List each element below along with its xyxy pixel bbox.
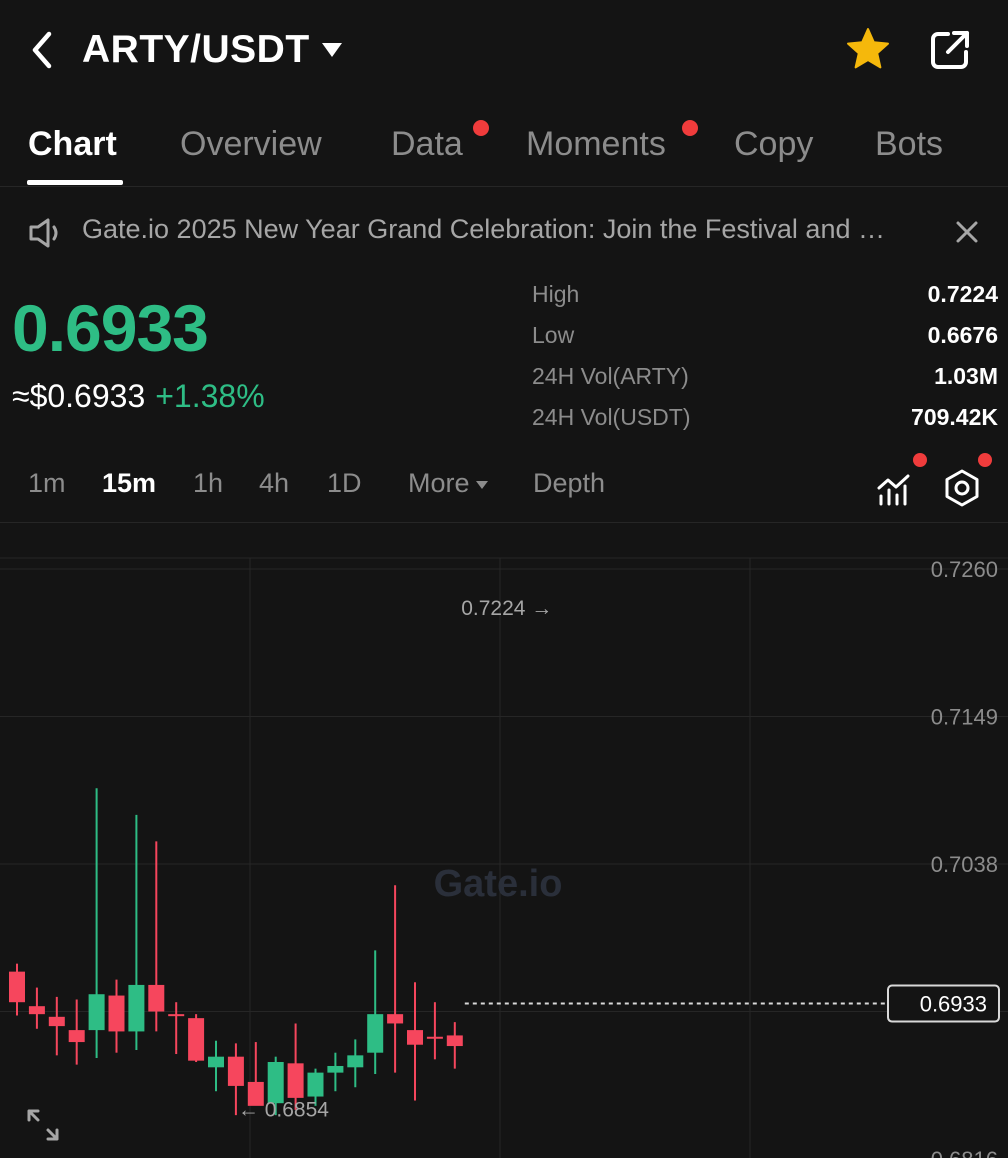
candle-body [267, 1061, 284, 1104]
settings-icon[interactable] [942, 468, 982, 508]
candle-body [227, 1056, 244, 1086]
stat-vol-quote: 24H Vol(USDT) 709.42K [532, 401, 998, 442]
interval-1d[interactable]: 1D [327, 468, 362, 499]
more-label: More [408, 468, 470, 498]
fiat-price: ≈$0.6933 [12, 378, 146, 414]
close-icon[interactable] [954, 219, 980, 245]
stat-label: 24H Vol(USDT) [532, 404, 691, 430]
announcement-text: Gate.io 2025 New Year Grand Celebration:… [82, 214, 902, 244]
interval-4h[interactable]: 4h [259, 468, 289, 499]
share-button[interactable] [924, 24, 976, 76]
candle-body [367, 1014, 384, 1053]
tab-data-notification-dot [473, 120, 489, 136]
stat-value: 0.6676 [927, 322, 998, 348]
stat-vol-base: 24H Vol(ARTY) 1.03M [532, 360, 998, 401]
star-icon [847, 28, 889, 69]
candle-body [9, 971, 25, 1003]
interval-bar: 1m 15m 1h 4h 1D More Depth [0, 453, 1008, 523]
pair-selector[interactable]: ARTY/USDT [82, 26, 342, 74]
candle-body [307, 1072, 324, 1097]
candle-body [347, 1055, 364, 1068]
stat-high: High 0.7224 [532, 278, 998, 319]
price-change: +1.38% [155, 378, 265, 414]
stat-value: 1.03M [934, 363, 998, 389]
stat-value: 709.42K [911, 404, 998, 430]
more-intervals-dropdown[interactable]: More [408, 468, 488, 499]
price-annotations: 0.7224 → ← 0.6854 0.6933 [238, 597, 1000, 1122]
tab-copy[interactable]: Copy [734, 116, 813, 172]
share-icon [931, 31, 969, 69]
tab-bots[interactable]: Bots [875, 116, 943, 172]
stat-value: 0.7224 [927, 281, 998, 307]
y-tick-label: 0.7260 [931, 557, 998, 582]
candle-body [407, 1030, 423, 1045]
candle-body [387, 1014, 404, 1024]
stat-label: Low [532, 322, 575, 348]
candles [9, 788, 463, 1116]
ticker-stats: High 0.7224 Low 0.6676 24H Vol(ARTY) 1.0… [532, 278, 998, 442]
y-tick-label: 0.6816 [931, 1147, 998, 1158]
candle-body [128, 984, 145, 1032]
speaker-icon [29, 218, 58, 248]
stat-label: High [532, 281, 580, 307]
candle-body [48, 1016, 65, 1027]
candle-body [426, 1036, 443, 1039]
candle-body [88, 994, 105, 1031]
indicator-notification-dot [913, 453, 927, 467]
chart-grid [0, 557, 1008, 1158]
candle-body [446, 1035, 463, 1047]
candle-body [148, 984, 165, 1012]
fiat-price-row: ≈$0.6933 +1.38% [12, 378, 265, 415]
stat-low: Low 0.6676 [532, 319, 998, 360]
y-tick-label: 0.7038 [931, 852, 998, 877]
announcement-bar[interactable]: Gate.io 2025 New Year Grand Celebration:… [0, 200, 1008, 264]
tab-moments-notification-dot [682, 120, 698, 136]
current-price-label: 0.6933 [920, 992, 987, 1017]
active-tab-indicator [27, 180, 123, 185]
tab-moments[interactable]: Moments [526, 116, 666, 172]
watermark: Gate.io [434, 863, 563, 905]
y-tick-label: 0.7149 [931, 705, 998, 730]
main-tabs: Chart Overview Data Moments Copy Bots [0, 116, 1008, 187]
tab-chart[interactable]: Chart [28, 116, 117, 172]
candle-body [168, 1014, 185, 1017]
candle-body [68, 1030, 85, 1043]
y-axis-labels: 0.7260 0.7149 0.7038 0.6816 [931, 557, 998, 1158]
candle-body [28, 1006, 45, 1015]
favorite-button[interactable] [842, 24, 894, 76]
last-price: 0.6933 [12, 291, 209, 365]
back-button[interactable] [22, 26, 62, 74]
depth-tab[interactable]: Depth [533, 468, 605, 499]
max-price-label: 0.7224 → [461, 597, 552, 620]
fullscreen-icon[interactable] [26, 1108, 60, 1142]
settings-notification-dot [978, 453, 992, 467]
candle-body [287, 1063, 304, 1098]
tab-overview[interactable]: Overview [180, 116, 322, 172]
interval-1m[interactable]: 1m [28, 468, 66, 499]
min-price-label: ← 0.6854 [238, 1099, 329, 1122]
candle-body [327, 1065, 344, 1073]
interval-1h[interactable]: 1h [193, 468, 223, 499]
candle-body [208, 1056, 224, 1068]
interval-15m[interactable]: 15m [102, 468, 156, 499]
indicator-chart-icon[interactable] [874, 468, 914, 508]
candle-body [188, 1018, 205, 1061]
stat-label: 24H Vol(ARTY) [532, 363, 689, 389]
pair-title: ARTY/USDT [82, 28, 310, 71]
caret-down-icon [321, 43, 342, 57]
candlestick-chart[interactable]: Gate.io 0.7260 0.7149 0.7038 0.6816 0.7224 … [0, 522, 1008, 1158]
tab-data[interactable]: Data [391, 116, 463, 172]
candle-body [108, 995, 125, 1032]
caret-down-icon [475, 480, 488, 489]
back-arrow-icon [32, 31, 52, 69]
